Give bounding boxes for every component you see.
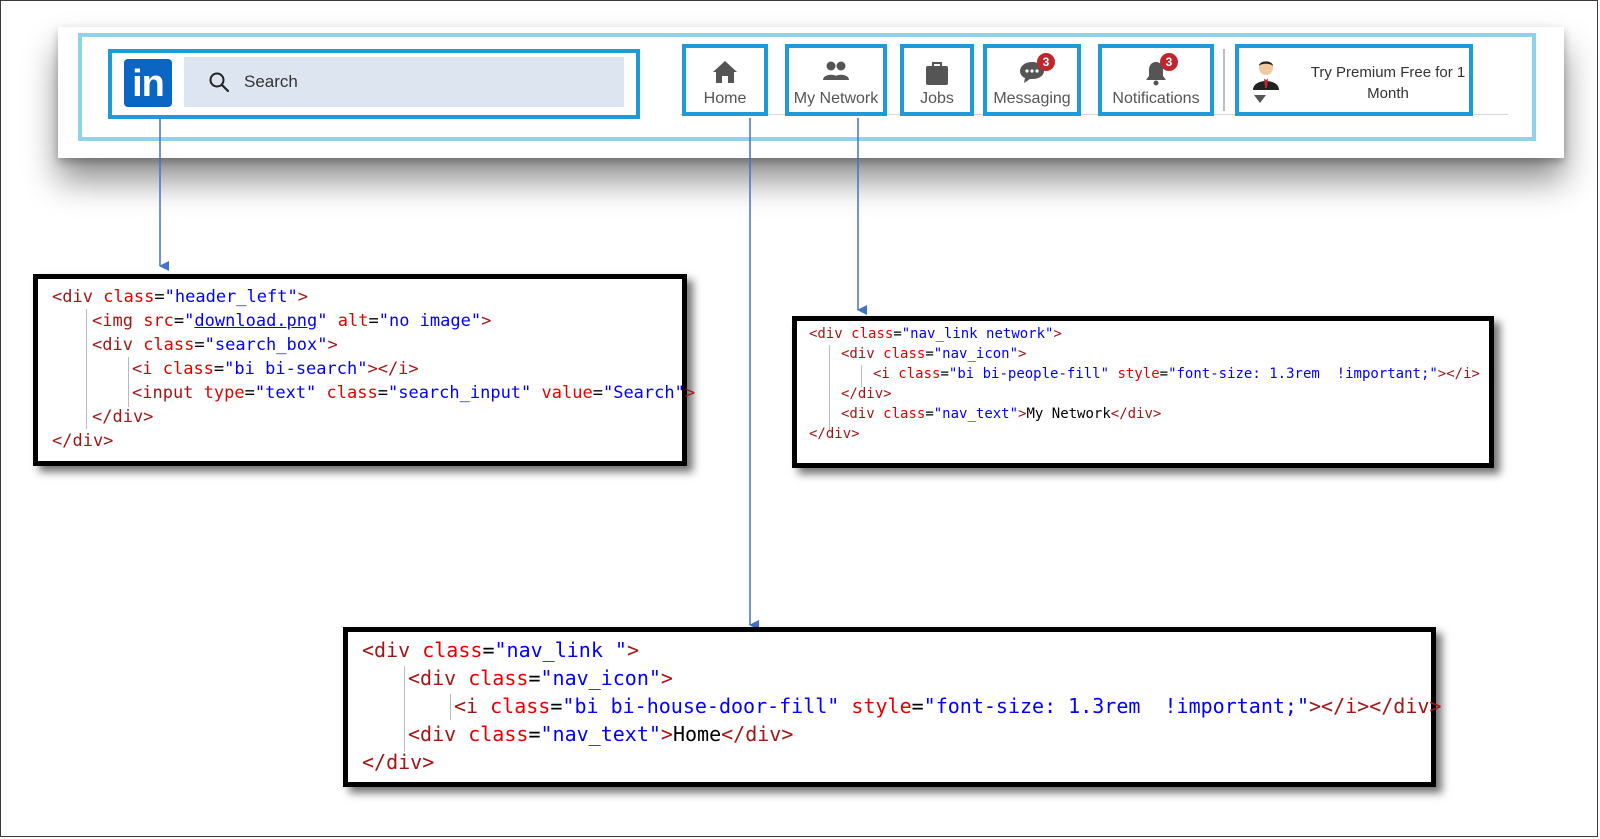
- code-line: <div class="header_left">: [52, 287, 308, 307]
- code-line: <div class="nav_link ">: [362, 638, 639, 662]
- code-line: <div class="nav_link network">: [809, 326, 1062, 342]
- code-line: </div>: [52, 431, 114, 451]
- indent-guide: [861, 365, 862, 387]
- indent-guide: [128, 357, 129, 407]
- code-line: <div class="nav_icon">: [841, 346, 1027, 362]
- code-line: </div>: [841, 386, 892, 402]
- code-line: <i class="bi bi-house-door-fill" style="…: [454, 694, 1442, 718]
- code-line: <i class="bi bi-people-fill" style="font…: [873, 366, 1480, 382]
- code-network: <div class="nav_link network"> <div clas…: [792, 316, 1494, 468]
- code-line: <div class="nav_text">My Network</div>: [841, 406, 1162, 422]
- code-line: <div class="search_box">: [92, 335, 338, 355]
- indent-guide: [404, 666, 405, 752]
- code-line: </div>: [809, 426, 860, 442]
- code-line: </div>: [92, 407, 154, 427]
- code-header-left: <div class="header_left"> <img src="down…: [33, 274, 695, 466]
- code-line: <input type="text" class="search_input" …: [132, 383, 696, 403]
- code-line: <div class="nav_text">Home</div>: [408, 722, 794, 746]
- indent-guide: [829, 345, 830, 431]
- code-home: <div class="nav_link "> <div class="nav_…: [343, 627, 1441, 787]
- indent-guide: [86, 309, 87, 429]
- code-line: <img src="download.png" alt="no image">: [92, 311, 492, 331]
- code-line: </div>: [362, 750, 435, 774]
- code-line: <i class="bi bi-search"></i>: [132, 359, 419, 379]
- indent-guide: [450, 694, 451, 720]
- code-line: <div class="nav_icon">: [408, 666, 673, 690]
